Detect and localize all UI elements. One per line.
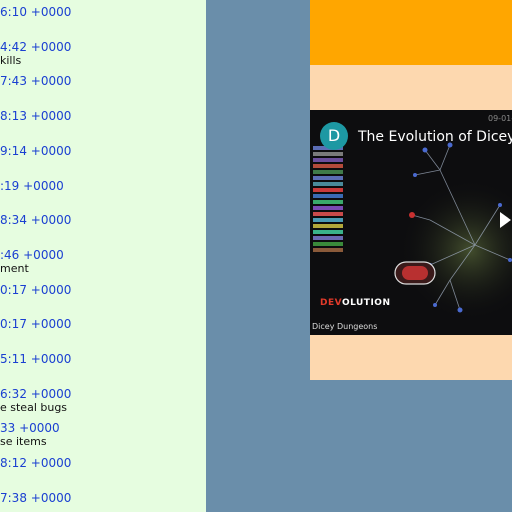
commit-timestamp-link[interactable]: :46 +0000 xyxy=(0,248,206,262)
commit-entry: 5:11 +0000 xyxy=(0,352,206,366)
commit-message: kills xyxy=(0,54,22,67)
commit-entry: :46 +0000 ment xyxy=(0,248,206,275)
video-channel-name: Dicey Dungeons xyxy=(312,322,378,331)
commit-entry: 6:10 +0000 xyxy=(0,5,206,19)
commit-timestamp-link[interactable]: 7:43 +0000 xyxy=(0,74,206,88)
video-title[interactable]: The Evolution of Dicey Dungeons xyxy=(358,129,512,145)
commit-entry: 6:32 +0000 e steal bugs xyxy=(0,387,206,414)
commit-timestamp-link[interactable]: 8:13 +0000 xyxy=(0,109,206,123)
page-background xyxy=(206,0,310,512)
commit-message: ment xyxy=(0,262,29,275)
channel-avatar[interactable]: D xyxy=(320,122,348,150)
video-date: 09-01- xyxy=(488,114,512,123)
commit-entry: 7:38 +0000 xyxy=(0,491,206,505)
commit-timestamp-link[interactable]: 4:42 +0000 xyxy=(0,40,206,54)
commit-entry: 7:43 +0000 xyxy=(0,74,206,88)
commit-timestamp-link[interactable]: 33 +0000 xyxy=(0,421,206,435)
commit-entry: 0:17 +0000 xyxy=(0,317,206,331)
commit-entry: 0:17 +0000 xyxy=(0,283,206,297)
devolution-logo: DEVOLUTION xyxy=(320,298,391,308)
commit-entry: 8:34 +0000 xyxy=(0,213,206,227)
commit-entry: 9:14 +0000 xyxy=(0,144,206,158)
commit-timestamp-link[interactable]: 0:17 +0000 xyxy=(0,317,206,331)
commit-timestamp-link[interactable]: 9:14 +0000 xyxy=(0,144,206,158)
commit-message: se items xyxy=(0,435,47,448)
commit-timestamp-link[interactable]: 7:38 +0000 xyxy=(0,491,206,505)
commit-entry: 33 +0000 se items xyxy=(0,421,206,448)
commit-entry: :19 +0000 xyxy=(0,179,206,193)
commit-entry: 4:42 +0000 kills xyxy=(0,40,206,67)
orange-banner xyxy=(310,0,512,65)
commit-list: 6:10 +0000 4:42 +0000 kills 7:43 +0000 8… xyxy=(0,0,206,512)
commit-message: e steal bugs xyxy=(0,401,68,414)
commit-timestamp-link[interactable]: 0:17 +0000 xyxy=(0,283,206,297)
commit-timestamp-link[interactable]: 6:32 +0000 xyxy=(0,387,206,401)
commit-timestamp-link[interactable]: 8:34 +0000 xyxy=(0,213,206,227)
commit-timestamp-link[interactable]: 5:11 +0000 xyxy=(0,352,206,366)
play-icon[interactable] xyxy=(500,212,511,228)
video-embed[interactable]: 09-01- D The Evolution of Dicey Dungeons… xyxy=(310,110,512,335)
commit-timestamp-link[interactable]: 8:12 +0000 xyxy=(0,456,206,470)
right-panel: 09-01- D The Evolution of Dicey Dungeons… xyxy=(310,0,512,380)
commit-entry: 8:13 +0000 xyxy=(0,109,206,123)
commit-timestamp-link[interactable]: 6:10 +0000 xyxy=(0,5,206,19)
commit-entry: 8:12 +0000 xyxy=(0,456,206,470)
commit-timestamp-link[interactable]: :19 +0000 xyxy=(0,179,206,193)
